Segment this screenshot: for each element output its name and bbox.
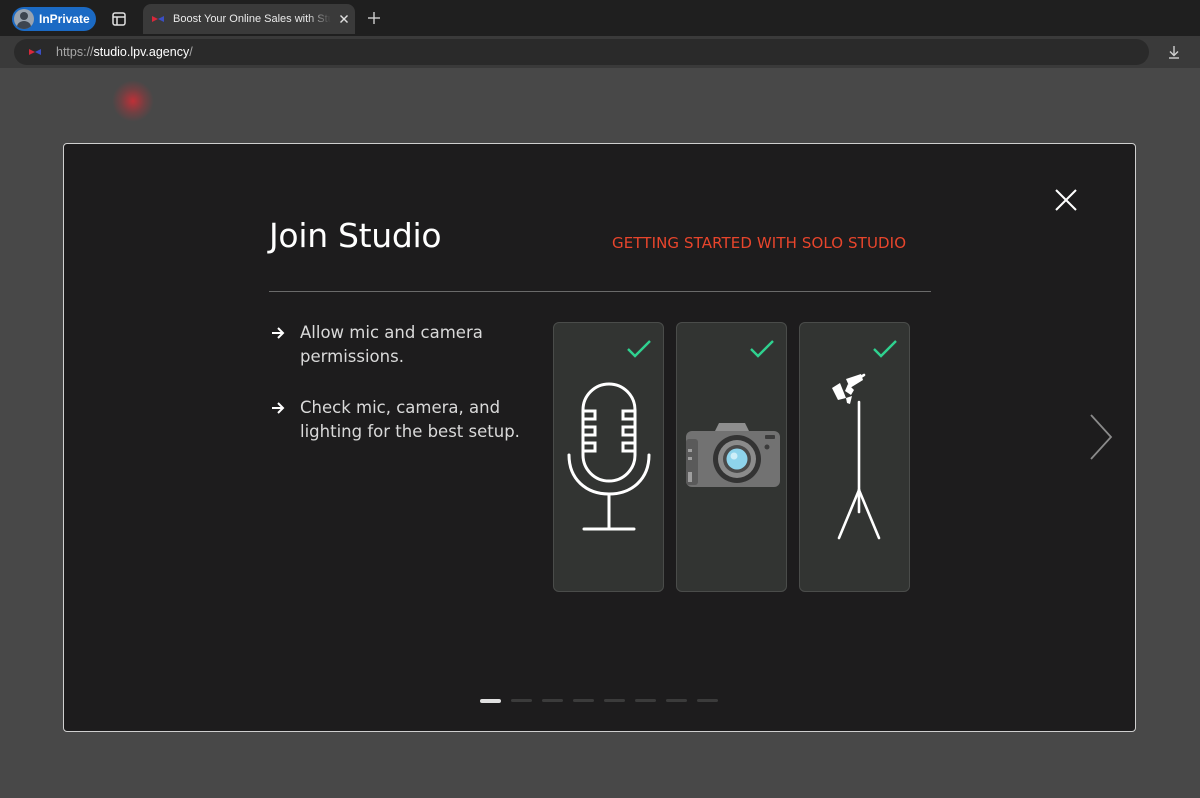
lpv-logo-icon bbox=[152, 16, 164, 22]
pagination-dot[interactable] bbox=[511, 699, 532, 702]
step-item: Allow mic and camera permissions. bbox=[270, 321, 530, 369]
tab-title: Boost Your Online Sales with Studio bbox=[173, 13, 331, 25]
pagination-dot[interactable] bbox=[604, 699, 625, 702]
lighting-card bbox=[799, 322, 910, 592]
inprivate-profile-button[interactable]: InPrivate bbox=[12, 7, 96, 31]
modal-subtitle: GETTING STARTED WITH SOLO STUDIO bbox=[612, 234, 907, 252]
studio-light-icon bbox=[832, 373, 881, 540]
pagination-dot[interactable] bbox=[635, 699, 656, 702]
checkmark-icon bbox=[627, 340, 651, 358]
pagination-dot-active[interactable] bbox=[480, 699, 501, 703]
camera-icon bbox=[686, 423, 780, 487]
close-icon[interactable] bbox=[1054, 188, 1078, 212]
microphone-icon bbox=[567, 382, 651, 531]
url-path: / bbox=[189, 45, 193, 59]
browser-toolbar: https://studio.lpv.agency / bbox=[0, 36, 1200, 68]
microphone-card bbox=[553, 322, 664, 592]
new-tab-icon[interactable] bbox=[366, 10, 382, 26]
checkmark-icon bbox=[873, 340, 897, 358]
tab-actions-icon[interactable] bbox=[110, 10, 128, 28]
url-host: studio.lpv.agency bbox=[93, 45, 190, 59]
pagination-dot[interactable] bbox=[573, 699, 594, 702]
join-studio-modal: Join Studio GETTING STARTED WITH SOLO ST… bbox=[63, 143, 1136, 732]
background-red-glow bbox=[112, 80, 154, 122]
arrow-right-icon bbox=[272, 327, 285, 339]
browser-tab-active[interactable]: Boost Your Online Sales with Studio bbox=[143, 4, 355, 34]
browser-tab-bar: InPrivate Boost Your Online Sales with S… bbox=[0, 0, 1200, 36]
address-bar[interactable]: https://studio.lpv.agency / bbox=[14, 39, 1149, 65]
next-slide-chevron-icon[interactable] bbox=[1088, 412, 1114, 462]
download-icon[interactable] bbox=[1166, 44, 1182, 60]
url-scheme: https:// bbox=[56, 45, 94, 59]
arrow-right-icon bbox=[272, 402, 285, 414]
site-favicon-icon bbox=[29, 49, 41, 55]
profile-avatar-icon bbox=[14, 9, 34, 29]
pagination-dot[interactable] bbox=[666, 699, 687, 702]
step-text: Allow mic and camera permissions. bbox=[300, 323, 483, 366]
close-tab-icon[interactable] bbox=[337, 12, 351, 26]
step-text: Check mic, camera, and lighting for the … bbox=[300, 398, 520, 441]
camera-card bbox=[676, 322, 787, 592]
modal-title: Join Studio bbox=[269, 216, 442, 255]
checkmark-icon bbox=[750, 340, 774, 358]
pagination-dot[interactable] bbox=[542, 699, 563, 702]
pagination-dot[interactable] bbox=[697, 699, 718, 702]
pagination-dots bbox=[480, 699, 718, 703]
divider bbox=[269, 291, 931, 292]
step-item: Check mic, camera, and lighting for the … bbox=[270, 396, 530, 444]
inprivate-label: InPrivate bbox=[39, 12, 90, 26]
